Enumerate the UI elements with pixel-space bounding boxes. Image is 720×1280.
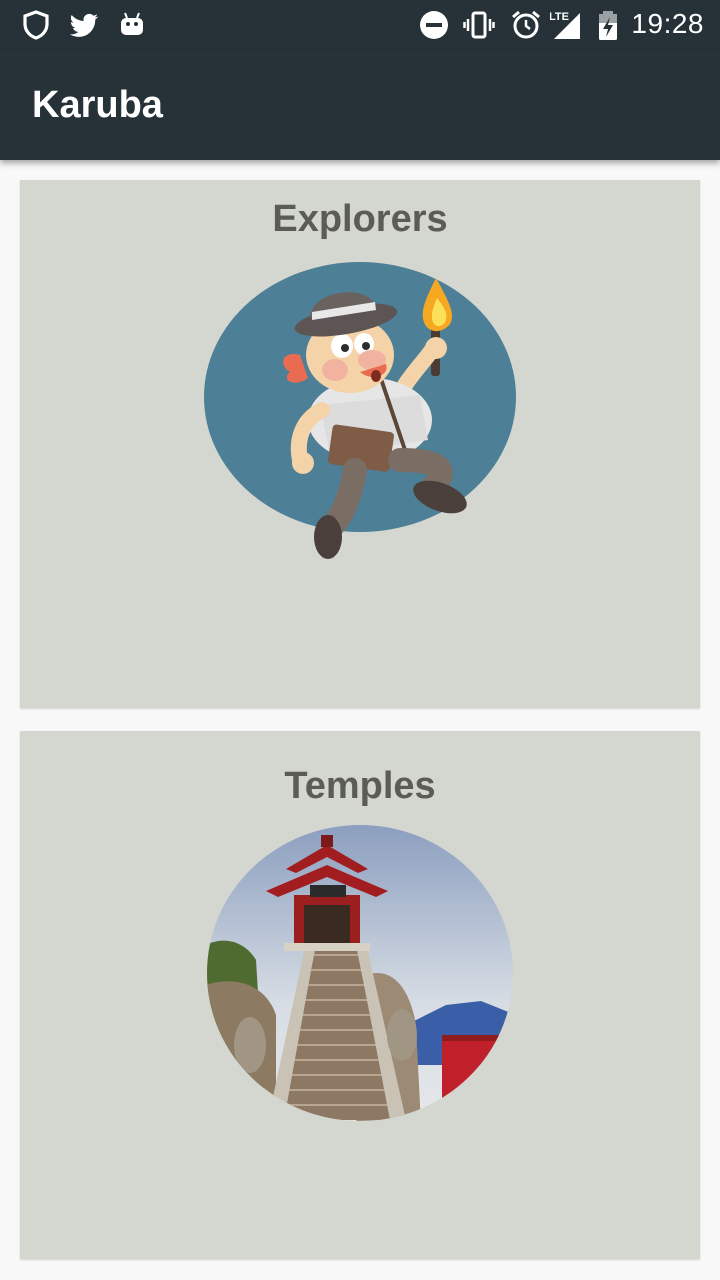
vibrate-icon (463, 9, 495, 41)
card-explorers[interactable]: Explorers (20, 180, 700, 708)
temple-photo (206, 825, 516, 1125)
alarm-icon (510, 9, 542, 41)
app-bar: Karuba (0, 50, 720, 160)
app-title: Karuba (32, 84, 163, 126)
card-temples[interactable]: Temples (20, 731, 700, 1259)
twitter-icon (68, 9, 100, 41)
card-title: Temples (284, 765, 436, 807)
do-not-disturb-icon (418, 9, 450, 41)
shield-icon (20, 9, 52, 41)
battery-charging-icon (592, 9, 624, 41)
lte-signal-icon: LTE (550, 9, 582, 41)
explorer-illustration (200, 260, 540, 570)
card-title: Explorers (272, 198, 448, 240)
status-time: 19:28 (631, 8, 704, 39)
android-icon (116, 9, 148, 41)
status-bar: LTE 19:28 (0, 0, 720, 50)
lte-label: LTE (550, 11, 569, 23)
